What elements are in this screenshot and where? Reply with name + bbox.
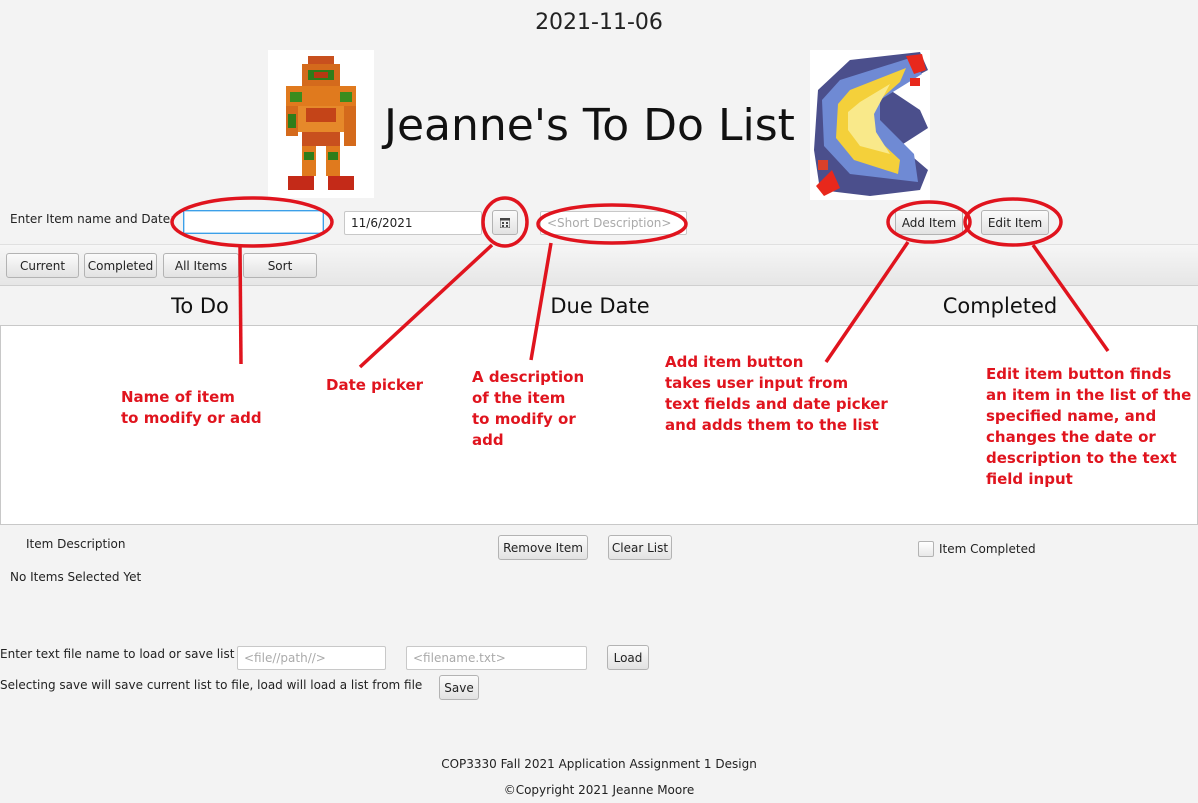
date-annotation-note: Date picker	[326, 376, 424, 394]
selected-item-text: No Items Selected Yet	[10, 570, 142, 584]
description-annotation-note: A description of the item to modify or a…	[472, 368, 585, 449]
course-footer: COP3330 Fall 2021 Application Assignment…	[441, 757, 757, 771]
edit-item-button[interactable]: Edit Item	[981, 210, 1049, 235]
item-completed-label: Item Completed	[939, 542, 1036, 556]
app-title: Jeanne's To Do List	[384, 100, 795, 151]
item-entry-label: Enter Item name and Date:	[10, 212, 175, 226]
edit-annotation-note: Edit item button finds an item in the li…	[986, 365, 1192, 488]
item-name-input[interactable]	[183, 210, 324, 234]
sort-button[interactable]: Sort	[243, 253, 317, 278]
save-hint-label: Selecting save will save current list to…	[0, 678, 423, 692]
samus-sprite-image	[268, 50, 374, 198]
file-path-input[interactable]	[237, 646, 386, 670]
clear-list-button[interactable]: Clear List	[608, 535, 672, 560]
completed-column-header: Completed	[942, 294, 1058, 318]
remove-item-button[interactable]: Remove Item	[498, 535, 588, 560]
short-description-input[interactable]	[540, 211, 687, 235]
file-name-input[interactable]	[406, 646, 587, 670]
item-completed-checkbox[interactable]	[918, 541, 934, 557]
item-description-label: Item Description	[26, 537, 126, 551]
load-button[interactable]: Load	[607, 645, 649, 670]
calendar-icon[interactable]	[492, 210, 518, 235]
due-date-column-header: Due Date	[550, 294, 650, 318]
flame-emblem-image	[810, 50, 930, 200]
save-button[interactable]: Save	[439, 675, 479, 700]
filter-current-button[interactable]: Current	[6, 253, 79, 278]
copyright-footer: ©Copyright 2021 Jeanne Moore	[503, 783, 695, 797]
todo-column-header: To Do	[171, 294, 229, 318]
name-annotation-note: Name of item to modify or add	[121, 388, 262, 427]
current-date: 2021-11-06	[535, 10, 663, 35]
add-annotation-note: Add item button takes user input from te…	[665, 353, 888, 434]
due-date-input[interactable]	[344, 211, 482, 235]
filter-completed-button[interactable]: Completed	[84, 253, 157, 278]
filter-all-items-button[interactable]: All Items	[163, 253, 239, 278]
add-item-button[interactable]: Add Item	[895, 210, 963, 235]
file-prompt-label: Enter text file name to load or save lis…	[0, 647, 251, 661]
